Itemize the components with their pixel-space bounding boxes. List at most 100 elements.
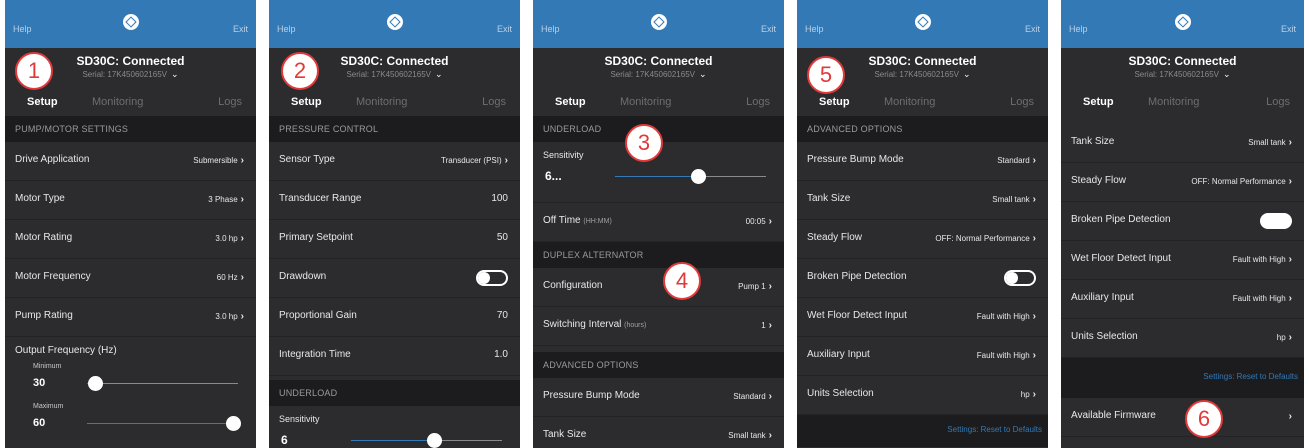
serial-text: Serial: 17K450602165V — [346, 70, 431, 79]
value-text: Small tank — [1248, 138, 1286, 147]
value-text: Small tank — [992, 195, 1030, 204]
help-button[interactable]: Help — [1069, 24, 1088, 34]
setting-row-pressure-bump-mode[interactable]: Pressure Bump Mode Standard › — [533, 378, 784, 417]
setting-row-units-selection[interactable]: Units Selection hp › — [1061, 319, 1304, 358]
setting-row-motor-rating[interactable]: Motor Rating 3.0 hp › — [5, 220, 256, 259]
setting-row-tank-size[interactable]: Tank Size Small tank › — [1061, 124, 1304, 163]
device-header[interactable]: SD30C: Connected Serial: 17K450602165V ⌄ — [1061, 48, 1304, 90]
setting-row-broken-pipe-detection[interactable]: Broken Pipe Detection — [797, 259, 1048, 298]
tab-setup[interactable]: Setup — [555, 96, 586, 108]
value-text: OFF: Normal Performance — [1191, 177, 1286, 186]
exit-button[interactable]: Exit — [1281, 24, 1296, 34]
chevron-down-icon[interactable]: ⌄ — [171, 69, 179, 79]
chevron-down-icon[interactable]: ⌄ — [963, 69, 971, 79]
setting-row-steady-flow[interactable]: Steady Flow OFF: Normal Performance › — [1061, 163, 1304, 202]
setting-row-integration-time[interactable]: Integration Time 1.0 — [269, 337, 520, 376]
sensitivity-slider[interactable] — [615, 169, 766, 184]
slider-thumb[interactable] — [226, 416, 242, 431]
row-value: hp › — [1277, 332, 1292, 343]
setting-row-drive-application[interactable]: Drive Application Submersible › — [5, 142, 256, 181]
row-value: hp › — [1021, 389, 1036, 400]
status-bar — [533, 0, 784, 10]
setting-row-broken-pipe-detection[interactable]: Broken Pipe Detection — [1061, 202, 1304, 241]
setting-row-drawdown[interactable]: Drawdown — [269, 259, 520, 298]
setting-row-units-selection[interactable]: Units Selection hp › — [797, 376, 1048, 415]
maximum-slider[interactable] — [87, 416, 242, 431]
exit-button[interactable]: Exit — [497, 24, 512, 34]
tab-bar: Setup Monitoring Logs — [269, 90, 520, 116]
setting-row-primary-setpoint[interactable]: Primary Setpoint 50 — [269, 220, 520, 259]
setting-row-available-firmware[interactable]: Available Firmware › — [1061, 398, 1304, 437]
tab-logs[interactable]: Logs — [1266, 96, 1290, 108]
setting-row-configuration[interactable]: Configuration Pump 1 › — [533, 268, 784, 307]
setting-row-sensor-type[interactable]: Sensor Type Transducer (PSI) › — [269, 142, 520, 181]
row-value: Standard › — [997, 155, 1036, 166]
setting-row-tank-size[interactable]: Tank Size Small tank › — [533, 417, 784, 448]
value-text: 00:05 — [745, 217, 766, 226]
slider-thumb[interactable] — [427, 433, 443, 448]
tab-monitoring[interactable]: Monitoring — [356, 96, 407, 108]
tab-logs[interactable]: Logs — [482, 96, 506, 108]
franklin-logo-icon — [1174, 14, 1191, 30]
row-value: OFF: Normal Performance › — [935, 233, 1036, 244]
setting-row-proportional-gain[interactable]: Proportional Gain 70 — [269, 298, 520, 337]
broken-pipe-toggle[interactable] — [1004, 270, 1036, 286]
tab-monitoring[interactable]: Monitoring — [884, 96, 935, 108]
sensitivity-label: Sensitivity — [543, 150, 584, 160]
setting-row-motor-frequency[interactable]: Motor Frequency 60 Hz › — [5, 259, 256, 298]
slider-thumb[interactable] — [87, 376, 103, 391]
sensitivity-value: 6 — [281, 433, 288, 447]
tab-logs[interactable]: Logs — [746, 96, 770, 108]
tab-setup[interactable]: Setup — [1083, 96, 1114, 108]
slider-fill — [87, 423, 234, 424]
serial-text: Serial: 17K450602165V — [1134, 70, 1219, 79]
tab-setup[interactable]: Setup — [27, 96, 58, 108]
drawdown-toggle[interactable] — [476, 270, 508, 286]
device-header[interactable]: SD30C: Connected Serial: 17K450602165V ⌄ — [533, 48, 784, 90]
setting-row-pressure-bump-mode[interactable]: Pressure Bump Mode Standard › — [797, 142, 1048, 181]
chevron-down-icon[interactable]: ⌄ — [435, 69, 443, 79]
tab-monitoring[interactable]: Monitoring — [92, 96, 143, 108]
chevron-right-icon: › — [1288, 411, 1292, 422]
slider-fill — [615, 176, 699, 177]
help-button[interactable]: Help — [541, 24, 560, 34]
exit-button[interactable]: Exit — [1025, 24, 1040, 34]
help-button[interactable]: Help — [13, 24, 32, 34]
tab-logs[interactable]: Logs — [218, 96, 242, 108]
tab-monitoring[interactable]: Monitoring — [620, 96, 671, 108]
chevron-down-icon[interactable]: ⌄ — [699, 69, 707, 79]
chevron-right-icon: › — [768, 391, 772, 402]
setting-row-off-time[interactable]: Off Time (HH:MM) 00:05 › — [533, 203, 784, 242]
reset-defaults-link[interactable]: Settings: Reset to Defaults — [947, 425, 1042, 434]
setting-row-wet-floor-detect-input[interactable]: Wet Floor Detect Input Fault with High › — [797, 298, 1048, 337]
device-serial: Serial: 17K450602165V ⌄ — [533, 69, 784, 80]
exit-button[interactable]: Exit — [233, 24, 248, 34]
tab-logs[interactable]: Logs — [1010, 96, 1034, 108]
setting-row-wet-floor-detect-input[interactable]: Wet Floor Detect Input Fault with High › — [1061, 241, 1304, 280]
setting-row-switching-interval[interactable]: Switching Interval (hours) 1 › — [533, 307, 784, 346]
minimum-label: Minimum — [33, 363, 62, 370]
minimum-slider[interactable] — [87, 376, 238, 391]
broken-pipe-toggle[interactable] — [1260, 213, 1292, 229]
setting-row-auxiliary-input[interactable]: Auxiliary Input Fault with High › — [1061, 280, 1304, 319]
help-button[interactable]: Help — [805, 24, 824, 34]
serial-text: Serial: 17K450602165V — [82, 70, 167, 79]
phone-screen-1: Help Exit SD30C: Connected Serial: 17K45… — [5, 0, 256, 448]
tab-setup[interactable]: Setup — [819, 96, 850, 108]
setting-row-motor-type[interactable]: Motor Type 3 Phase › — [5, 181, 256, 220]
tab-setup[interactable]: Setup — [291, 96, 322, 108]
setting-row-transducer-range[interactable]: Transducer Range 100 — [269, 181, 520, 220]
status-bar — [1061, 0, 1304, 10]
setting-row-tank-size[interactable]: Tank Size Small tank › — [797, 181, 1048, 220]
setting-row-pump-rating[interactable]: Pump Rating 3.0 hp › — [5, 298, 256, 337]
help-button[interactable]: Help — [277, 24, 296, 34]
setting-row-auxiliary-input[interactable]: Auxiliary Input Fault with High › — [797, 337, 1048, 376]
chevron-down-icon[interactable]: ⌄ — [1223, 69, 1231, 79]
sensitivity-slider[interactable] — [351, 433, 502, 448]
phone-screen-3: Help Exit SD30C: Connected Serial: 17K45… — [533, 0, 784, 448]
setting-row-steady-flow[interactable]: Steady Flow OFF: Normal Performance › — [797, 220, 1048, 259]
slider-thumb[interactable] — [691, 169, 707, 184]
exit-button[interactable]: Exit — [761, 24, 776, 34]
tab-monitoring[interactable]: Monitoring — [1148, 96, 1199, 108]
reset-defaults-link[interactable]: Settings: Reset to Defaults — [1203, 372, 1298, 381]
